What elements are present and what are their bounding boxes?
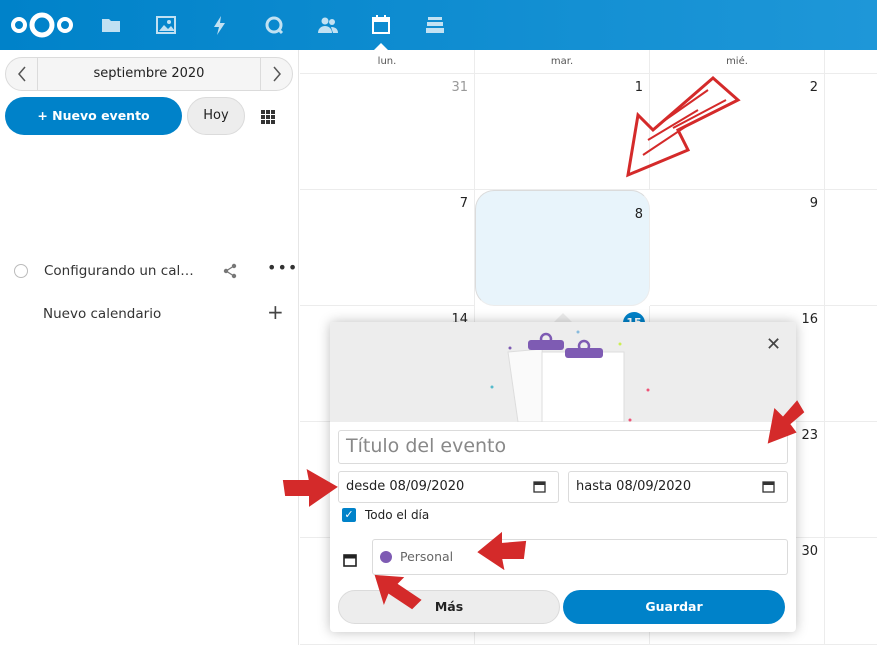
day-header: mié. [650, 50, 825, 74]
end-date-input[interactable]: hasta 08/09/2020 [568, 471, 788, 503]
plus-icon[interactable]: + [267, 300, 284, 324]
calendar-picker-icon[interactable] [533, 480, 546, 493]
files-icon[interactable] [98, 12, 124, 38]
start-date-input[interactable]: desde 08/09/2020 [338, 471, 559, 503]
day-number: 8 [634, 207, 643, 222]
day-cell[interactable]: 7 [300, 190, 475, 306]
day-cell[interactable] [825, 190, 877, 306]
new-calendar-link[interactable]: Nuevo calendario [43, 306, 161, 322]
today-button[interactable]: Hoy [187, 97, 245, 135]
nextcloud-logo[interactable] [10, 10, 74, 40]
more-button[interactable]: Más [338, 590, 560, 624]
day-cell[interactable]: 1 [475, 74, 650, 190]
new-event-popover: ✕ Título del evento desde 08/09/2020 has… [330, 322, 796, 632]
close-icon[interactable]: ✕ [766, 334, 781, 355]
day-cell-selected[interactable]: 8 [475, 190, 650, 306]
day-cell[interactable] [825, 306, 877, 422]
day-cell[interactable]: 31 [300, 74, 475, 190]
calendar-select[interactable]: Personal [372, 539, 788, 575]
event-title-input[interactable]: Título del evento [338, 430, 788, 464]
more-actions-icon[interactable]: ••• [267, 258, 298, 277]
all-day-label: Todo el día [365, 508, 430, 522]
active-app-indicator [374, 43, 388, 50]
calendar-list-item[interactable]: Configurando un cal… ••• [14, 258, 297, 282]
day-header: lun. [300, 50, 475, 74]
photos-icon[interactable] [153, 12, 179, 38]
day-cell[interactable] [825, 422, 877, 538]
day-number: 7 [459, 196, 468, 211]
day-number: 2 [809, 80, 818, 95]
day-header: mar. [475, 50, 650, 74]
next-month-button[interactable] [260, 58, 292, 90]
calendar-picker-icon[interactable] [762, 480, 775, 493]
all-day-toggle[interactable]: ✓ Todo el día [342, 508, 429, 522]
day-number: 23 [801, 428, 818, 443]
calendar-name: Configurando un cal… [44, 263, 194, 279]
day-cell[interactable] [825, 538, 877, 645]
month-navigator: septiembre 2020 [5, 57, 293, 91]
top-header [0, 0, 877, 50]
app-navigation: septiembre 2020 + Nuevo evento Hoy Confi… [0, 50, 299, 645]
calendar-toggle-checkbox[interactable] [14, 264, 28, 278]
view-grid-icon[interactable] [261, 110, 275, 124]
popover-banner: ✕ [330, 322, 796, 422]
day-cell[interactable]: 9 [650, 190, 825, 306]
popover-arrow [554, 313, 572, 322]
day-number: 31 [451, 80, 468, 95]
calendar-color-dot [380, 551, 392, 563]
day-number: 16 [801, 312, 818, 327]
calendar-icon[interactable] [368, 12, 394, 38]
day-header [825, 50, 877, 74]
contacts-icon[interactable] [315, 12, 341, 38]
current-month-label[interactable]: septiembre 2020 [38, 58, 260, 90]
save-button[interactable]: Guardar [563, 590, 785, 624]
search-icon[interactable] [261, 12, 287, 38]
calendar-icon [343, 554, 357, 567]
share-icon[interactable] [222, 263, 238, 279]
end-date-value: hasta 08/09/2020 [576, 479, 692, 494]
day-cell[interactable] [825, 74, 877, 190]
day-number: 30 [801, 544, 818, 559]
chevron-left-icon [17, 66, 26, 82]
chevron-right-icon [272, 66, 281, 82]
all-day-checkbox[interactable]: ✓ [342, 508, 356, 522]
calendar-select-value: Personal [400, 549, 454, 564]
activity-icon[interactable] [207, 12, 233, 38]
deck-icon[interactable] [422, 12, 448, 38]
previous-month-button[interactable] [6, 58, 38, 90]
start-date-value: desde 08/09/2020 [346, 479, 465, 494]
new-event-button[interactable]: + Nuevo evento [5, 97, 182, 135]
day-number: 1 [634, 80, 643, 95]
day-number: 9 [809, 196, 818, 211]
clipboard-illustration [490, 330, 650, 422]
day-cell[interactable]: 2 [650, 74, 825, 190]
